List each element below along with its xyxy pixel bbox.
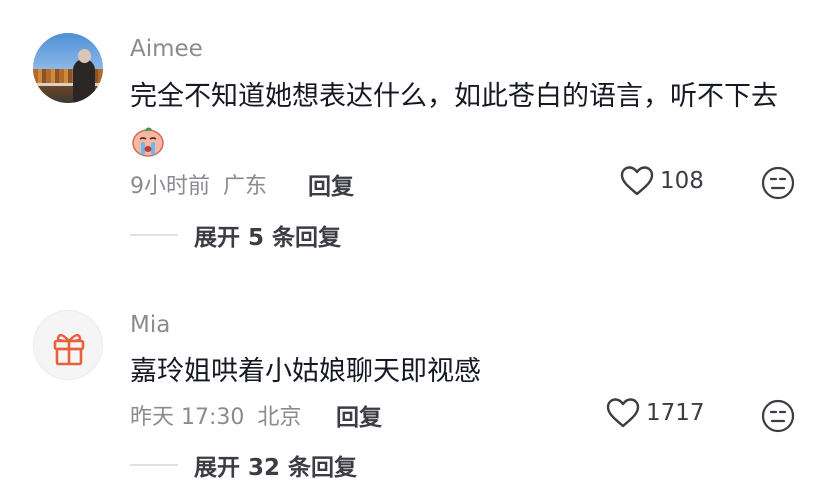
crying-face-emoji-icon <box>132 127 164 157</box>
expand-divider <box>130 464 178 466</box>
reply-button[interactable]: 回复 <box>336 398 382 432</box>
username[interactable]: Mia <box>130 312 170 338</box>
comment-time: 昨天 17:30 <box>130 405 245 430</box>
like-button[interactable]: 1717 <box>606 398 705 428</box>
comment-time: 9小时前 <box>130 174 210 199</box>
expand-replies-label: 展开 5 条回复 <box>194 225 342 251</box>
reply-button[interactable]: 回复 <box>308 167 354 201</box>
user-avatar[interactable] <box>33 310 103 380</box>
comment-text: 嘉玲姐哄着小姑娘聊天即视感 <box>130 356 481 387</box>
dislike-face-icon[interactable] <box>761 166 795 200</box>
heart-icon <box>620 166 654 196</box>
dislike-face-icon[interactable] <box>761 399 795 433</box>
comment-text-content: 完全不知道她想表达什么，如此苍白的语言，听不下去 <box>130 81 778 112</box>
expand-replies-label: 展开 32 条回复 <box>194 455 358 481</box>
heart-icon <box>606 398 640 428</box>
avatar-person <box>73 59 95 103</box>
like-count: 108 <box>660 168 704 194</box>
user-avatar[interactable] <box>33 33 103 103</box>
expand-divider <box>130 234 178 236</box>
avatar-person-head <box>78 49 91 63</box>
comment-location: 北京 <box>257 405 302 430</box>
comment-meta: 昨天 17:30 北京 <box>130 399 301 431</box>
like-count: 1717 <box>646 400 705 426</box>
comment-text: 完全不知道她想表达什么，如此苍白的语言，听不下去 <box>130 73 810 169</box>
like-button[interactable]: 108 <box>620 166 704 196</box>
expand-replies-button[interactable]: 展开 5 条回复 <box>130 218 341 252</box>
username[interactable]: Aimee <box>130 36 203 62</box>
gift-icon <box>53 333 85 366</box>
expand-replies-button[interactable]: 展开 32 条回复 <box>130 448 357 482</box>
comment-meta: 9小时前 广东 <box>130 168 267 200</box>
comment-location: 广东 <box>223 174 268 199</box>
